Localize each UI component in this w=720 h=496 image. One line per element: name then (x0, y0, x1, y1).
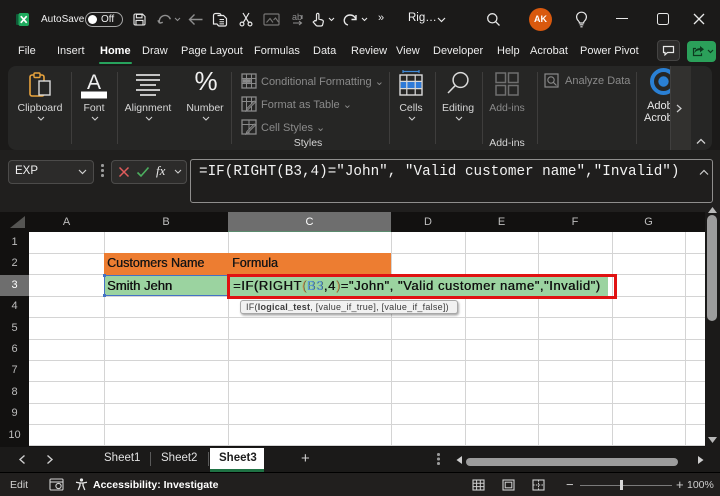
svg-text:ab: ab (292, 12, 302, 22)
svg-text:A: A (87, 71, 101, 94)
